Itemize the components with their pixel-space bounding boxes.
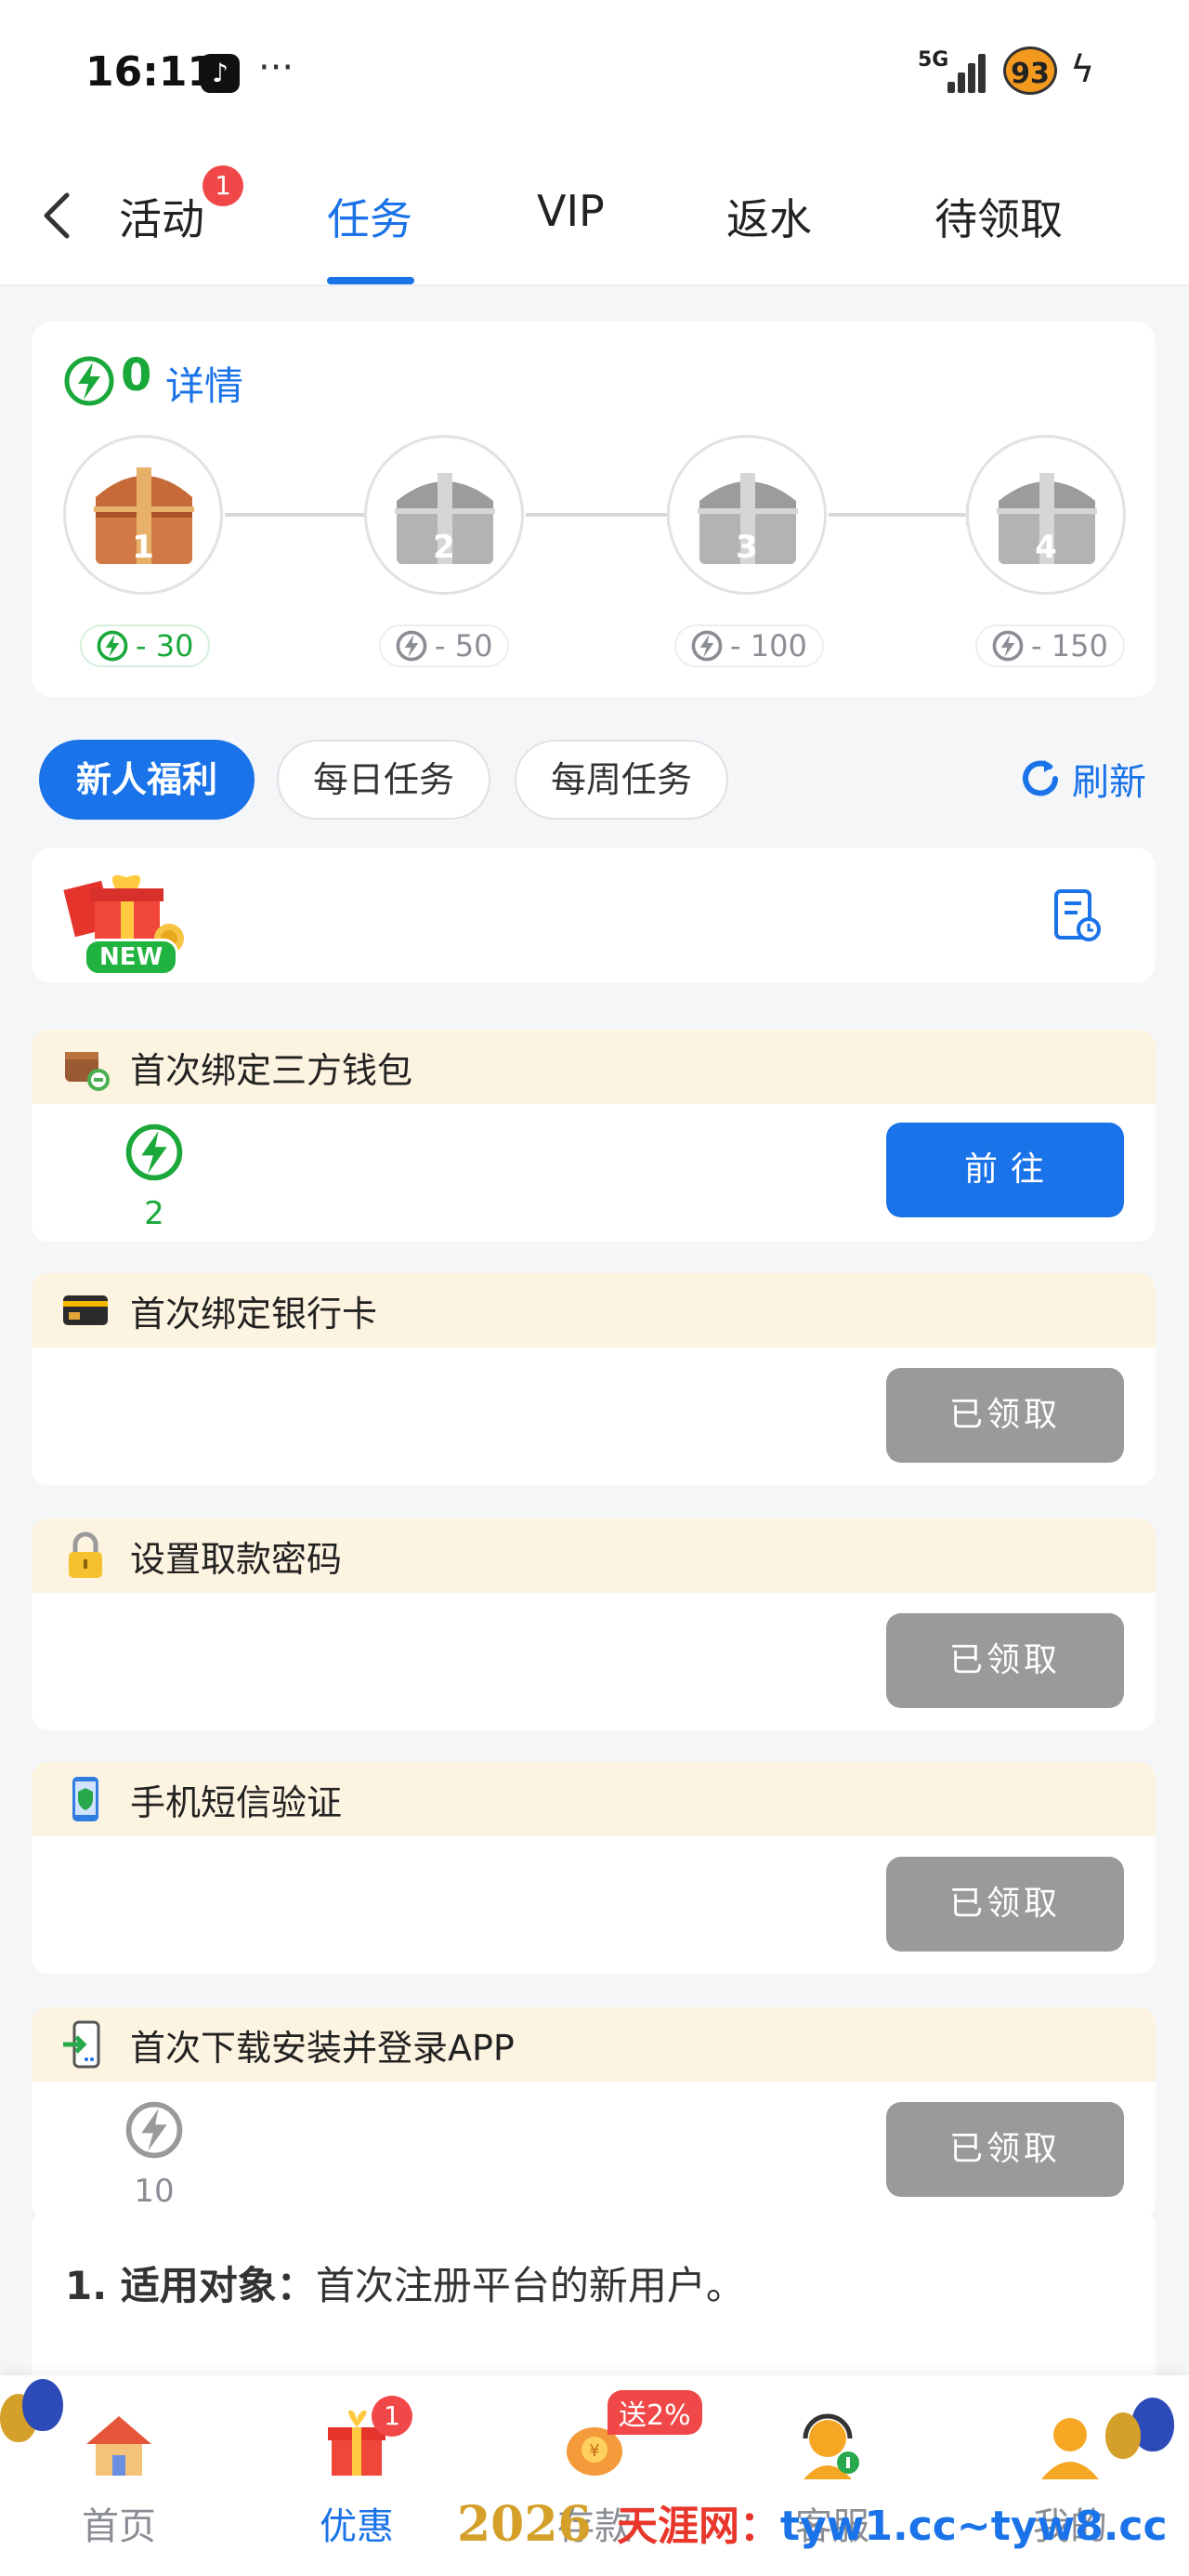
task-reward: 10 [117, 2100, 191, 2210]
chest-row: 2 3 4 - 30 - 50 - 100 - 150 [32, 322, 1156, 697]
progress-connector [526, 504, 684, 526]
chest-requirement: - 100 [674, 624, 824, 667]
active-tab-indicator [327, 277, 414, 284]
phone-shield-icon [72, 1777, 98, 1821]
energy-bolt-icon [97, 630, 128, 662]
lock-icon [69, 1531, 102, 1578]
reward-amount: 2 [144, 1195, 164, 1232]
tab-vip[interactable]: VIP [537, 186, 605, 236]
network-type: 5G [918, 48, 949, 72]
status-bar: 16:11 ♪ ··· 5G 93 ϟ [0, 0, 1189, 149]
charging-icon: ϟ [1070, 48, 1095, 91]
chest-requirement: - 30 [80, 624, 211, 667]
home-icon [86, 2416, 151, 2476]
nav-promotions[interactable]: 优惠 1 [282, 2396, 431, 2550]
claimed-button[interactable]: 已领取 [886, 1368, 1124, 1463]
task-header: 手机短信验证 [32, 1762, 1156, 1836]
tab-rebate[interactable]: 返水 [726, 186, 812, 247]
reward-amount: 10 [134, 2173, 175, 2210]
status-time: 16:11 [85, 48, 216, 96]
chest-4[interactable]: 4 [966, 435, 1126, 595]
newbie-banner: NEW [32, 848, 1156, 983]
year-decoration: 2026 [457, 2496, 592, 2553]
task-item: 手机短信验证 已领取 [32, 1762, 1156, 1974]
chest-number: 2 [433, 529, 455, 566]
chest-number: 4 [1035, 529, 1057, 566]
rules-label: 1. 适用对象： [65, 2263, 316, 2308]
claimed-button[interactable]: 已领取 [886, 1613, 1124, 1708]
energy-bolt-icon [125, 2101, 183, 2159]
tiktok-icon: ♪ [201, 54, 240, 93]
energy-bolt-icon [125, 1124, 183, 1181]
task-header: 首次绑定三方钱包 [32, 1030, 1156, 1104]
task-item: 首次下载安装并登录APP 10 已领取 [32, 2007, 1156, 2219]
claimed-button[interactable]: 已领取 [886, 2102, 1124, 2197]
task-header: 首次下载安装并登录APP [32, 2007, 1156, 2082]
chest-3[interactable]: 3 [667, 435, 827, 595]
task-reward: 2 [117, 1123, 191, 1232]
task-header: 设置取款密码 [32, 1518, 1156, 1593]
refresh-icon [1023, 760, 1058, 796]
chest-2[interactable]: 2 [364, 435, 524, 595]
battery-level: 93 [1003, 46, 1057, 95]
activity-badge: 1 [203, 165, 243, 206]
claimed-button[interactable]: 已领取 [886, 1857, 1124, 1952]
task-title: 手机短信验证 [130, 1781, 343, 1823]
chest-requirement: - 50 [379, 624, 510, 667]
bank-card-icon [63, 1295, 108, 1325]
task-item: 首次绑定银行卡 已领取 [32, 1273, 1156, 1485]
records-icon[interactable] [1053, 888, 1102, 944]
profile-icon [1041, 2418, 1099, 2479]
tab-activity[interactable]: 活动 [119, 186, 204, 247]
phone-login-icon [63, 2020, 100, 2069]
segment-weekly-tasks[interactable]: 每周任务 [515, 740, 728, 820]
back-arrow-icon[interactable] [39, 190, 76, 242]
nav-home[interactable]: 首页 [45, 2403, 193, 2550]
tab-tasks[interactable]: 任务 [327, 186, 412, 247]
promotions-badge: 1 [372, 2396, 412, 2437]
chest-number: 3 [736, 529, 758, 566]
tab-to-claim[interactable]: 待领取 [934, 186, 1063, 247]
task-title: 首次绑定三方钱包 [130, 1049, 413, 1091]
task-title: 首次下载安装并登录APP [130, 2027, 515, 2069]
energy-bolt-icon [992, 630, 1024, 662]
segment-newbie-benefits[interactable]: 新人福利 [39, 740, 255, 820]
site-watermark: 天涯网：tyw1.cc~tyw8.cc [617, 2503, 1168, 2550]
task-title: 设置取款密码 [130, 1538, 343, 1580]
wallet-link-icon [65, 1052, 110, 1091]
energy-bolt-icon [396, 630, 427, 662]
rules-section: 1. 适用对象：首次注册平台的新用户。 [32, 2208, 1156, 2394]
segment-daily-tasks[interactable]: 每日任务 [277, 740, 490, 820]
go-button[interactable]: 前往 [886, 1123, 1124, 1217]
energy-bolt-icon [691, 630, 723, 662]
task-header: 首次绑定银行卡 [32, 1273, 1156, 1347]
top-tab-bar: 活动 1 任务 VIP 返水 待领取 [0, 149, 1189, 286]
task-item: 设置取款密码 已领取 [32, 1518, 1156, 1730]
signal-icon [947, 52, 986, 93]
task-item: 首次绑定三方钱包 2 前往 [32, 1030, 1156, 1242]
deposit-promo-badge: 送2% [608, 2390, 702, 2435]
more-notifications-icon: ··· [258, 46, 294, 89]
refresh-button[interactable]: 刷新 [1018, 751, 1146, 807]
rules-text: 首次注册平台的新用户。 [315, 2263, 745, 2308]
svg-text:¥: ¥ [589, 2441, 599, 2461]
support-icon [803, 2413, 859, 2479]
task-title: 首次绑定银行卡 [130, 1293, 378, 1334]
new-tag: NEW [84, 939, 179, 976]
chest-requirement: - 150 [975, 624, 1125, 667]
progress-connector [829, 504, 983, 526]
